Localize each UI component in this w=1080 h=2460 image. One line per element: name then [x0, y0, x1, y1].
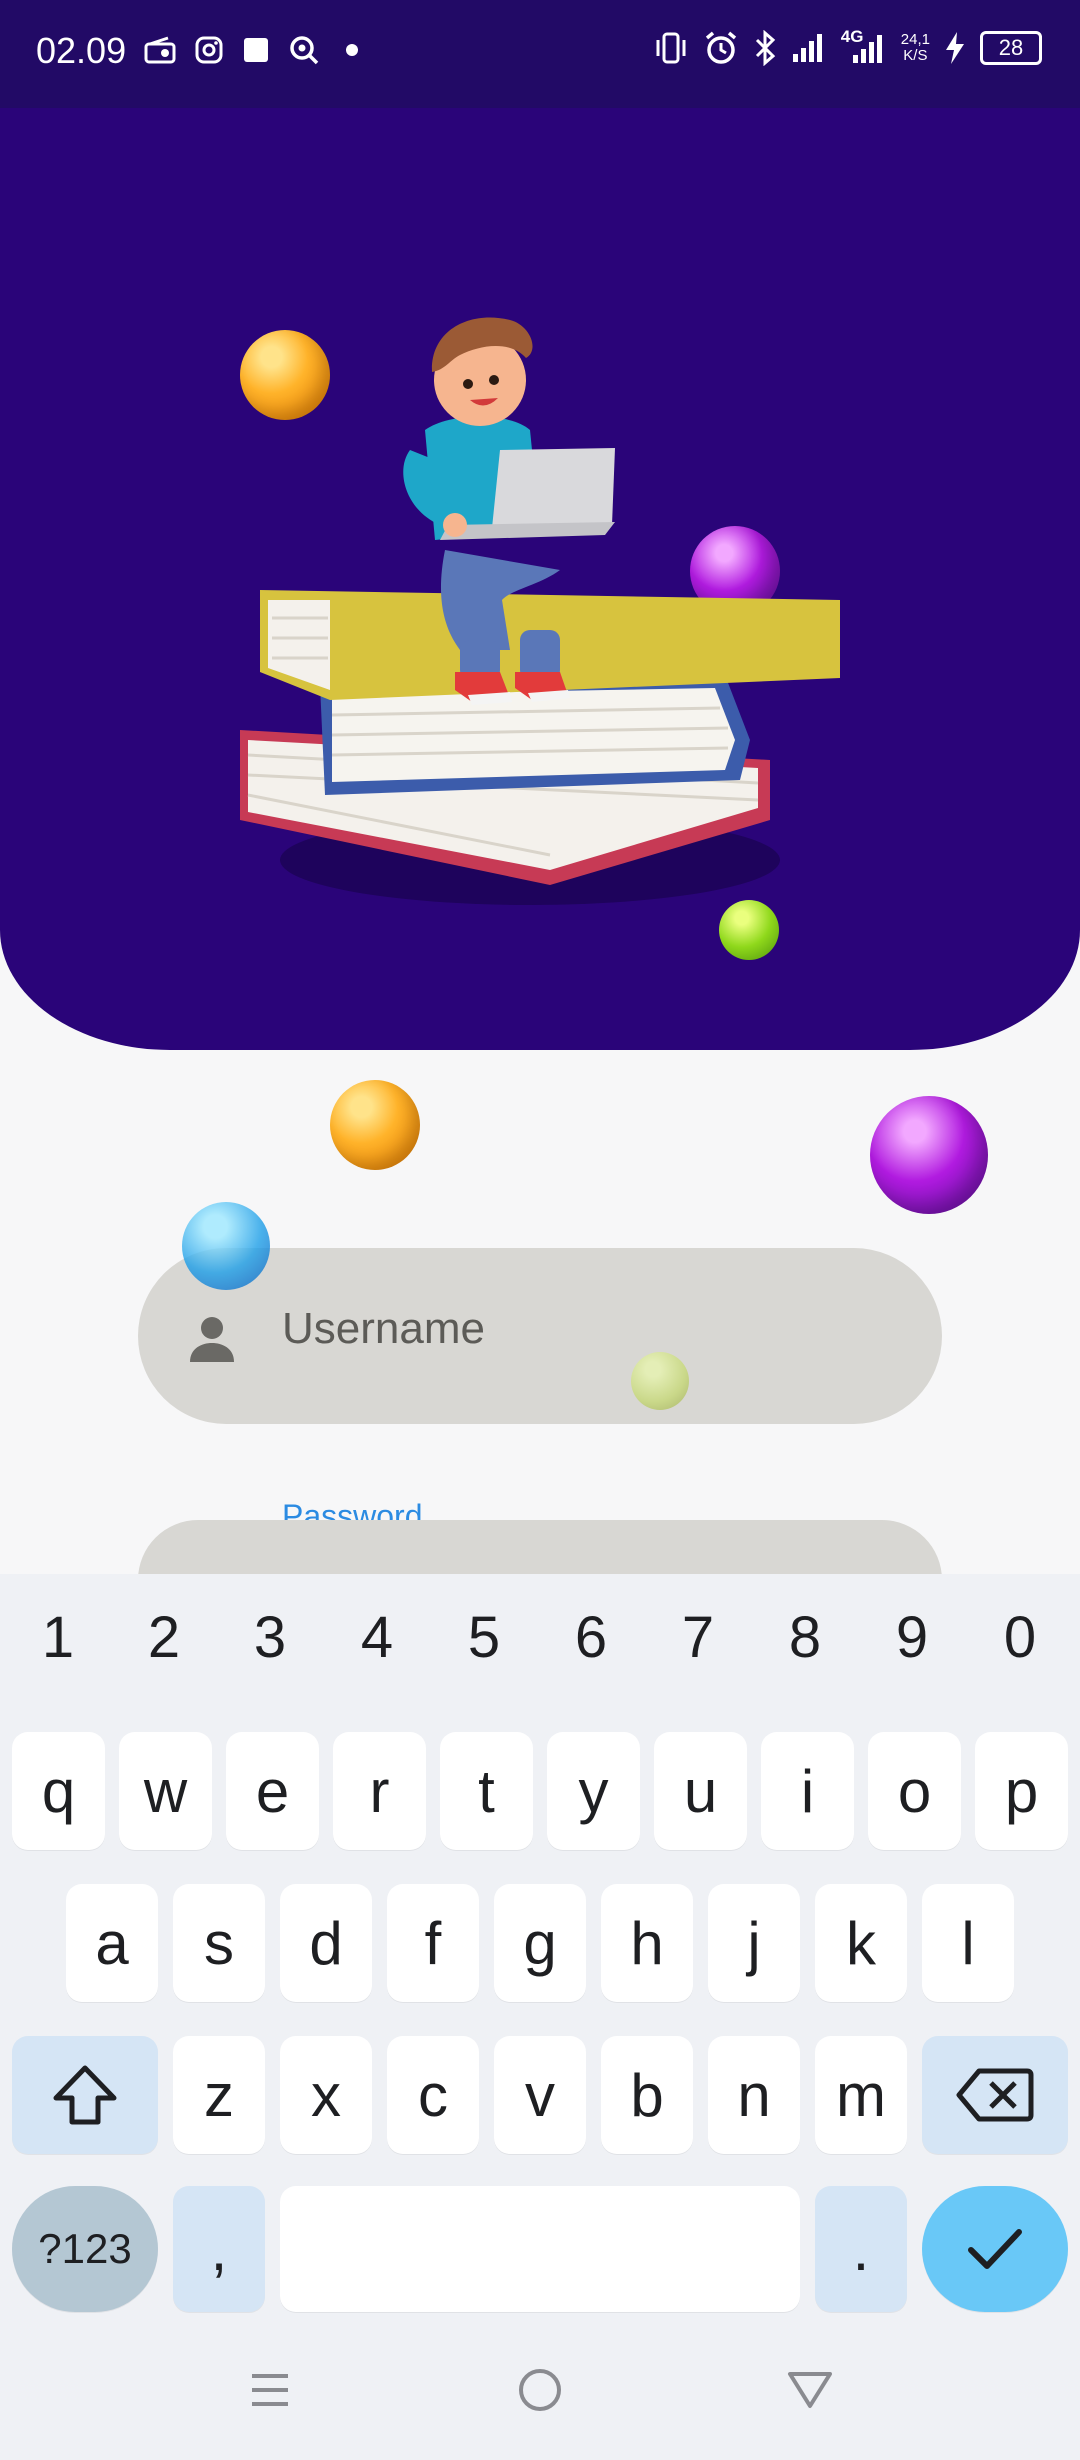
key-e[interactable]: e: [226, 1732, 319, 1850]
key-s[interactable]: s: [173, 1884, 265, 2002]
key-3[interactable]: 3: [230, 1604, 310, 1671]
navigation-bar: [0, 2330, 1080, 2460]
home-icon: [519, 2369, 561, 2411]
key-l[interactable]: l: [922, 1884, 1014, 2002]
key-x[interactable]: x: [280, 2036, 372, 2154]
key-d[interactable]: d: [280, 1884, 372, 2002]
network-speed-unit: K/S: [903, 47, 928, 64]
period-key[interactable]: .: [815, 2186, 907, 2312]
network-speed: 24,1 K/S: [901, 32, 930, 64]
key-f[interactable]: f: [387, 1884, 479, 2002]
key-0[interactable]: 0: [980, 1604, 1060, 1671]
key-8[interactable]: 8: [765, 1604, 845, 1671]
comma-key[interactable]: ,: [173, 2186, 265, 2312]
key-a[interactable]: a: [66, 1884, 158, 2002]
key-w[interactable]: w: [119, 1732, 212, 1850]
key-j[interactable]: j: [708, 1884, 800, 2002]
key-7[interactable]: 7: [658, 1604, 738, 1671]
menu-icon: [252, 2374, 288, 2406]
symbols-key[interactable]: ?123: [12, 2186, 158, 2312]
decor-ball-purple-2: [870, 1096, 988, 1214]
backspace-key[interactable]: [922, 2036, 1068, 2154]
key-1[interactable]: 1: [18, 1604, 98, 1671]
status-bar: 02.09 4G 24,1 K/S 28: [0, 0, 1080, 108]
square-icon: [244, 38, 268, 62]
status-notification-icons: [144, 34, 366, 66]
number-row: 1 2 3 4 5 6 7 8 9 0: [0, 1604, 1080, 1704]
key-r[interactable]: r: [333, 1732, 426, 1850]
vibrate-icon: [656, 32, 686, 64]
home-button[interactable]: [510, 2360, 570, 2420]
key-y[interactable]: y: [547, 1732, 640, 1850]
username-placeholder: Username: [282, 1304, 485, 1353]
key-c[interactable]: c: [387, 2036, 479, 2154]
key-p[interactable]: p: [975, 1732, 1068, 1850]
network-speed-value: 24,1: [900, 31, 930, 48]
keyboard: 1 2 3 4 5 6 7 8 9 0 q w e r t y u i o p …: [0, 1574, 1080, 2460]
backspace-icon: [956, 2068, 1034, 2122]
key-v[interactable]: v: [494, 2036, 586, 2154]
checkmark-icon: [968, 2229, 1022, 2269]
key-t[interactable]: t: [440, 1732, 533, 1850]
search-notification-icon: [290, 36, 319, 65]
status-system-icons: 4G 24,1 K/S 28: [653, 27, 1042, 66]
back-button[interactable]: [780, 2360, 840, 2420]
shift-icon: [53, 2065, 117, 2125]
key-i[interactable]: i: [761, 1732, 854, 1850]
decor-ball-orange-2: [330, 1080, 420, 1170]
space-key[interactable]: [280, 2186, 800, 2312]
key-b[interactable]: b: [601, 2036, 693, 2154]
key-m[interactable]: m: [815, 2036, 907, 2154]
key-h[interactable]: h: [601, 1884, 693, 2002]
instagram-icon: [195, 36, 223, 64]
dot-icon: [346, 44, 358, 56]
decor-ball-blue: [182, 1202, 270, 1290]
radio-icon: [144, 36, 176, 64]
key-6[interactable]: 6: [551, 1604, 631, 1671]
decor-ball-olive: [631, 1352, 689, 1410]
charging-icon: [946, 32, 964, 64]
key-q[interactable]: q: [12, 1732, 105, 1850]
bluetooth-icon: [755, 30, 775, 66]
key-9[interactable]: 9: [872, 1604, 952, 1671]
signal-4g-icon: 4G: [841, 27, 887, 65]
key-z[interactable]: z: [173, 2036, 265, 2154]
key-5[interactable]: 5: [444, 1604, 524, 1671]
back-icon: [788, 2372, 832, 2408]
signal-icon: [792, 34, 822, 62]
key-k[interactable]: k: [815, 1884, 907, 2002]
key-o[interactable]: o: [868, 1732, 961, 1850]
shift-key[interactable]: [12, 2036, 158, 2154]
status-time: 02.09: [36, 30, 127, 71]
person-icon: [190, 1317, 234, 1362]
enter-key[interactable]: [922, 2186, 1068, 2312]
student-reading-illustration: [240, 317, 840, 905]
alarm-icon: [705, 31, 736, 64]
key-n[interactable]: n: [708, 2036, 800, 2154]
key-2[interactable]: 2: [124, 1604, 204, 1671]
key-g[interactable]: g: [494, 1884, 586, 2002]
key-4[interactable]: 4: [337, 1604, 417, 1671]
key-u[interactable]: u: [654, 1732, 747, 1850]
menu-button[interactable]: [240, 2360, 300, 2420]
battery-icon: 28: [980, 31, 1042, 65]
battery-level: 28: [998, 35, 1024, 60]
